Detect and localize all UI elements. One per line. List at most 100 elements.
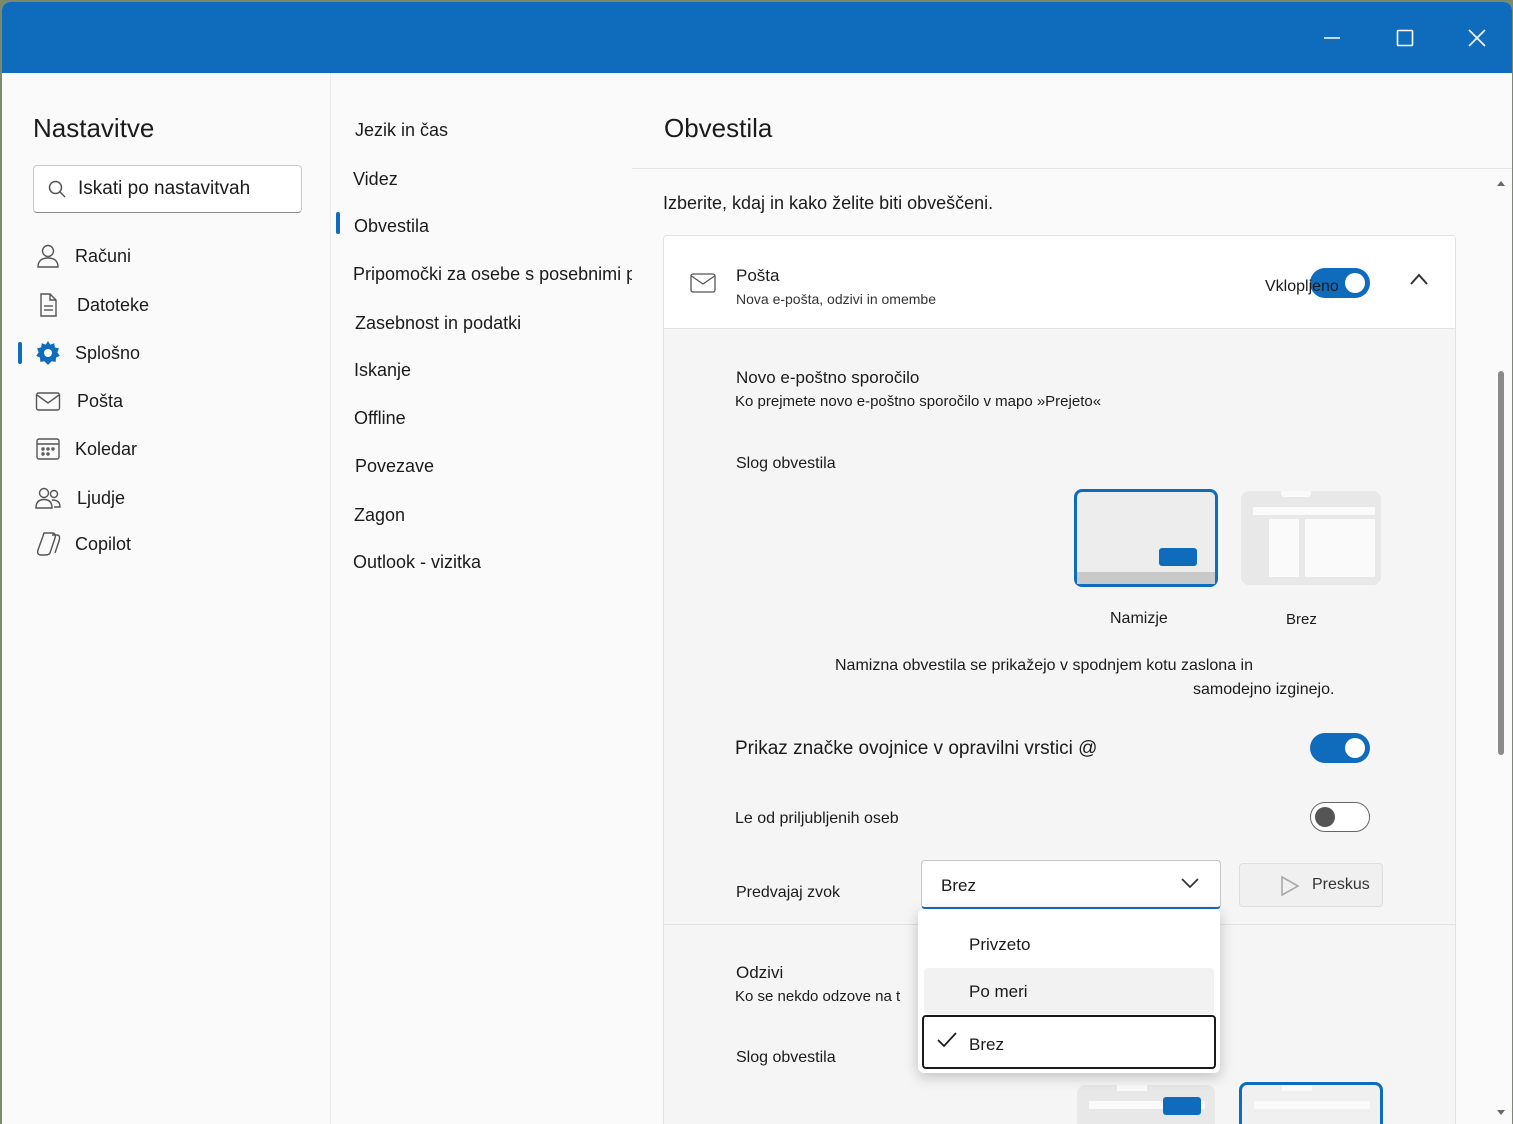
nav-item-label: Splošno (75, 342, 141, 363)
nav-item-people[interactable]: Ljudje (2, 478, 331, 518)
sound-option-custom[interactable]: Po meri (924, 968, 1214, 1014)
subnav-startup[interactable]: Zagon (354, 505, 405, 526)
menu-item-label: Brez (969, 1035, 1004, 1054)
chevron-down-icon (1181, 878, 1199, 889)
replies-style-label: Slog obvestila (736, 1049, 836, 1066)
intro-text: Izberite, kdaj in kako želite biti obveš… (663, 193, 994, 213)
sound-dropdown[interactable]: Brez (921, 860, 1221, 909)
search-placeholder: Iskati po nastavitvah (78, 178, 251, 199)
selection-indicator (18, 342, 22, 364)
minimize-button[interactable] (1296, 2, 1368, 73)
scroll-thumb[interactable] (1498, 371, 1504, 755)
selection-indicator (336, 212, 340, 234)
general-subcategories-pane: Jezik in čas Videz Obvestila Pripomočki … (332, 73, 706, 1124)
preview-sound-button[interactable]: Preskus (1239, 863, 1383, 907)
replies-style-option-none[interactable] (1239, 1082, 1383, 1124)
preview-sound-label: Preskus (1312, 876, 1370, 893)
tile-detail (1305, 519, 1375, 577)
new-mail-title: Novo e-poštno sporočilo (736, 368, 920, 387)
tile-detail (1281, 491, 1311, 497)
tile-taskbar (1077, 572, 1215, 584)
mail-icon (690, 272, 716, 299)
tile-detail (1254, 1101, 1370, 1109)
replies-style-option-desktop[interactable] (1077, 1085, 1215, 1124)
subnav-connections[interactable]: Povezave (355, 456, 434, 477)
subnav-offline[interactable]: Offline (354, 408, 406, 429)
style-option-none-label: Brez (1286, 611, 1317, 628)
style-option-none[interactable] (1241, 491, 1381, 585)
maximize-button[interactable] (1369, 2, 1441, 73)
people-icon (35, 485, 61, 511)
menu-item-label: Po meri (969, 982, 1028, 1001)
person-icon (35, 243, 61, 269)
new-mail-subtitle: Ko prejmete novo e-poštno sporočilo v ma… (735, 393, 1102, 410)
maximize-icon (1396, 29, 1414, 46)
nav-item-accounts[interactable]: Računi (2, 236, 331, 276)
tile-toast (1159, 548, 1197, 566)
sound-option-none[interactable]: Brez (922, 1015, 1216, 1069)
play-sound-label: Predvajaj zvok (736, 884, 841, 901)
style-description-line2: samodejno izginejo. (1193, 681, 1335, 698)
mail-card-subtitle: Nova e-pošta, odzivi in omembe (736, 291, 936, 307)
subnav-privacy-data[interactable]: Zasebnost in podatki (355, 313, 521, 334)
favorites-only-label: Le od priljubljenih oseb (735, 810, 899, 827)
style-option-desktop-label: Namizje (1110, 610, 1168, 627)
calendar-icon (35, 436, 61, 462)
search-icon (48, 180, 66, 198)
settings-title: Nastavitve (33, 113, 155, 143)
sound-dropdown-value: Brez (941, 876, 976, 895)
nav-item-label: Copilot (75, 533, 132, 554)
nav-item-general[interactable]: Splošno (2, 333, 331, 373)
style-option-desktop[interactable] (1074, 489, 1218, 587)
tile-detail (1269, 519, 1299, 577)
mail-icon (35, 388, 61, 414)
nav-item-label: Ljudje (77, 487, 126, 508)
nav-item-label: Datoteke (77, 294, 150, 315)
nav-item-label: Koledar (75, 438, 138, 459)
nav-item-files[interactable]: Datoteke (2, 285, 331, 325)
nav-item-mail[interactable]: Pošta (2, 381, 331, 421)
close-button[interactable] (1441, 2, 1512, 73)
replies-subtitle: Ko se nekdo odzove na t (735, 988, 901, 1005)
scroll-down-icon[interactable] (1495, 1108, 1507, 1118)
collapse-chevron-icon[interactable] (1409, 272, 1429, 291)
subnav-notifications[interactable]: Obvestila (354, 216, 429, 237)
title-bar[interactable] (2, 2, 1512, 73)
nav-item-label: Pošta (77, 390, 124, 411)
close-icon (1468, 28, 1486, 47)
scroll-up-icon[interactable] (1495, 178, 1507, 188)
settings-search-input[interactable]: Iskati po nastavitvah (33, 165, 302, 213)
envelope-badge-toggle[interactable] (1310, 733, 1370, 763)
nav-item-copilot[interactable]: Copilot (2, 524, 331, 564)
tile-detail (1282, 1085, 1312, 1091)
nav-item-label: Računi (75, 245, 132, 266)
content-scrollbar[interactable] (1495, 173, 1507, 1123)
sound-options-menu: Privzeto Po meri Brez (918, 909, 1220, 1073)
settings-window: Nastavitve Iskati po nastavitvah Računi … (2, 2, 1512, 1124)
gear-icon (35, 340, 61, 366)
subnav-outlook-card[interactable]: Outlook - vizitka (353, 552, 481, 573)
nav-item-calendar[interactable]: Koledar (2, 429, 331, 469)
menu-item-label: Privzeto (969, 935, 1031, 954)
toggle-state-label: Vklopljeno (1265, 278, 1339, 295)
tile-detail (1253, 507, 1375, 515)
favorites-only-toggle[interactable] (1310, 802, 1370, 832)
subnav-language-time[interactable]: Jezik in čas (355, 120, 448, 141)
tile-detail (1117, 1085, 1147, 1091)
minimize-icon (1324, 36, 1340, 39)
document-icon (35, 292, 61, 318)
mail-card-header[interactable]: Pošta Nova e-pošta, odzivi in omembe Vkl… (664, 236, 1455, 329)
settings-categories-pane: Nastavitve Iskati po nastavitvah Računi … (2, 73, 331, 1124)
header-divider (632, 168, 1512, 169)
subnav-appearance[interactable]: Videz (353, 169, 398, 190)
copilot-icon (35, 531, 61, 557)
subnav-search[interactable]: Iskanje (354, 360, 411, 381)
replies-title: Odzivi (736, 963, 784, 982)
tile-toast (1163, 1097, 1201, 1115)
sound-option-default[interactable]: Privzeto (924, 921, 1214, 967)
play-icon (1281, 875, 1300, 897)
checkmark-icon (937, 1032, 957, 1048)
page-title: Obvestila (664, 113, 773, 143)
style-description-line1: Namizna obvestila se prikažejo v spodnje… (835, 657, 1253, 674)
mail-card-title: Pošta (736, 266, 780, 285)
